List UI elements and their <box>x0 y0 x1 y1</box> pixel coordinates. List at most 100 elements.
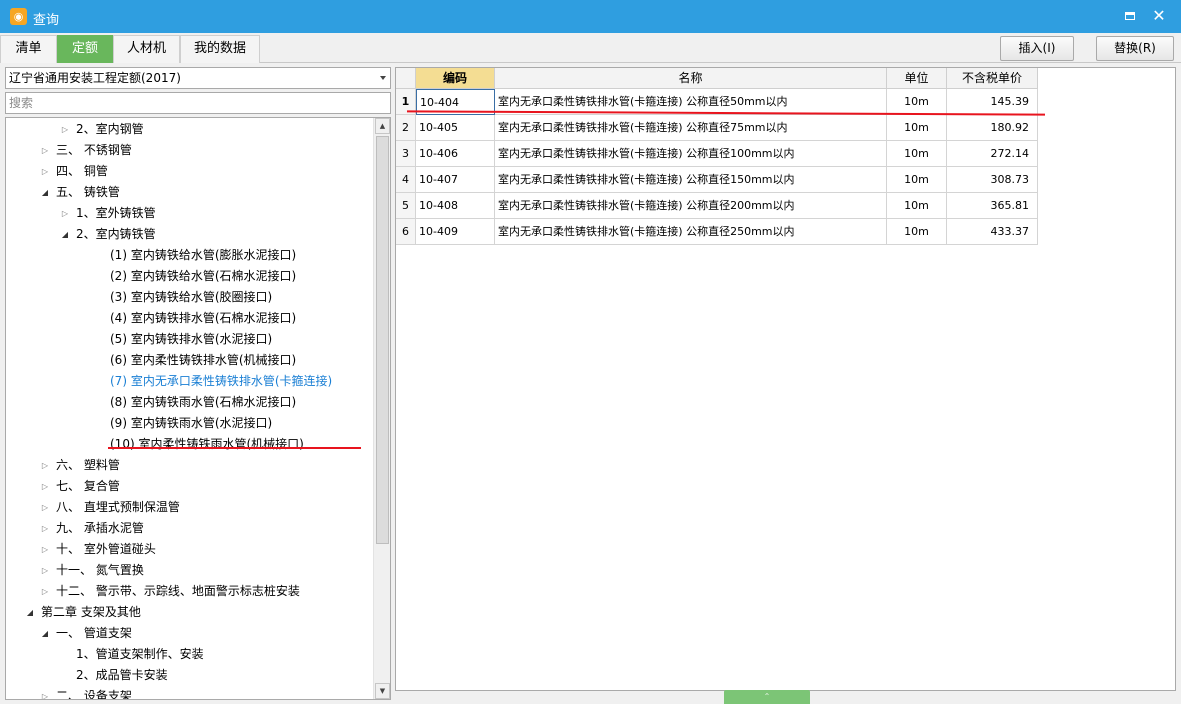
tree-item-label: 五、 铸铁管 <box>56 185 120 199</box>
tree-item[interactable]: ◢ 2、室内铸铁管 <box>60 224 156 245</box>
tree-item[interactable]: ▷ 四、 铜管 <box>40 161 108 182</box>
maximize-icon[interactable] <box>1120 6 1140 26</box>
collapsed-triangle-icon[interactable]: ▷ <box>60 119 70 140</box>
cell-price[interactable]: 180.92 <box>947 115 1038 141</box>
tree-item-label: (6) 室内柔性铸铁排水管(机械接口) <box>110 353 297 367</box>
scroll-up-icon[interactable]: ▲ <box>375 118 390 134</box>
column-header-name[interactable]: 名称 <box>495 68 887 89</box>
tree-item[interactable]: (6) 室内柔性铸铁排水管(机械接口) <box>110 350 296 371</box>
collapsed-triangle-icon[interactable]: ▷ <box>40 581 50 602</box>
collapsed-triangle-icon[interactable]: ▷ <box>40 539 50 560</box>
insert-button[interactable]: 插入(I) <box>1000 36 1074 61</box>
tree-item[interactable]: (10) 室内柔性铸铁雨水管(机械接口) <box>110 434 304 455</box>
tree-item[interactable]: ◢ 第二章 支架及其他 <box>25 602 141 623</box>
tree-item[interactable]: (1) 室内铸铁给水管(膨胀水泥接口) <box>110 245 296 266</box>
column-header-price[interactable]: 不含税单价 <box>947 68 1038 89</box>
tree-item[interactable]: (5) 室内铸铁排水管(水泥接口) <box>110 329 272 350</box>
cell-code[interactable]: 10-407 <box>416 167 495 193</box>
cell-unit[interactable]: 10m <box>887 193 947 219</box>
tree-item[interactable]: ▷ 八、 直埋式预制保温管 <box>40 497 180 518</box>
tree-item[interactable]: (7) 室内无承口柔性铸铁排水管(卡箍连接) <box>110 371 332 392</box>
tree-item[interactable]: (3) 室内铸铁给水管(胶圈接口) <box>110 287 272 308</box>
cell-name[interactable]: 室内无承口柔性铸铁排水管(卡箍连接) 公称直径250mm以内 <box>495 219 887 245</box>
tree-item[interactable]: ▷ 七、 复合管 <box>40 476 120 497</box>
tab-bill[interactable]: 清单 <box>0 35 57 63</box>
search-input[interactable] <box>5 92 391 114</box>
cell-unit[interactable]: 10m <box>887 141 947 167</box>
cell-code[interactable]: 10-408 <box>416 193 495 219</box>
app-icon: ◉ <box>10 8 27 25</box>
tree-item[interactable]: ▷ 十二、 警示带、示踪线、地面警示标志桩安装 <box>40 581 300 602</box>
tab-quota[interactable]: 定额 <box>57 35 113 63</box>
cell-unit[interactable]: 10m <box>887 167 947 193</box>
row-number[interactable]: 5 <box>396 193 416 219</box>
tree-item[interactable]: ▷ 十、 室外管道碰头 <box>40 539 156 560</box>
tree-item-label: 2、室内钢管 <box>76 122 144 136</box>
collapsed-triangle-icon[interactable]: ▷ <box>40 497 50 518</box>
tree-item[interactable]: ◢ 一、 管道支架 <box>40 623 132 644</box>
tab-labor-material-machine[interactable]: 人材机 <box>113 35 180 63</box>
cell-code[interactable]: 10-405 <box>416 115 495 141</box>
tree-item[interactable]: ▷ 三、 不锈钢管 <box>40 140 132 161</box>
left-pane: 辽宁省通用安装工程定额(2017) ▷ 2、室内钢管 ▷ 三、 不锈钢管 ▷ 四、 铜管 ◢… <box>0 63 394 704</box>
cell-unit[interactable]: 10m <box>887 89 947 115</box>
expanded-triangle-icon[interactable]: ◢ <box>25 602 35 623</box>
scroll-thumb[interactable] <box>376 136 389 544</box>
row-number[interactable]: 4 <box>396 167 416 193</box>
tree-item[interactable]: (4) 室内铸铁排水管(石棉水泥接口) <box>110 308 296 329</box>
tree-item[interactable]: (8) 室内铸铁雨水管(石棉水泥接口) <box>110 392 296 413</box>
collapsed-triangle-icon[interactable]: ▷ <box>40 161 50 182</box>
cell-name[interactable]: 室内无承口柔性铸铁排水管(卡箍连接) 公称直径200mm以内 <box>495 193 887 219</box>
cell-price[interactable]: 433.37 <box>947 219 1038 245</box>
tree-item[interactable]: ◢ 五、 铸铁管 <box>40 182 120 203</box>
cell-price[interactable]: 308.73 <box>947 167 1038 193</box>
cell-unit[interactable]: 10m <box>887 219 947 245</box>
chevron-down-icon[interactable] <box>380 76 386 80</box>
cell-name[interactable]: 室内无承口柔性铸铁排水管(卡箍连接) 公称直径100mm以内 <box>495 141 887 167</box>
collapsed-triangle-icon[interactable]: ▷ <box>40 518 50 539</box>
tree-item[interactable]: 1、管道支架制作、安装 <box>76 644 204 665</box>
expanded-triangle-icon[interactable]: ◢ <box>60 224 70 245</box>
tree-item[interactable]: ▷ 二、 设备支架 <box>40 686 132 699</box>
tree-item-label: 1、管道支架制作、安装 <box>76 647 204 661</box>
cell-name[interactable]: 室内无承口柔性铸铁排水管(卡箍连接) 公称直径150mm以内 <box>495 167 887 193</box>
tree-item[interactable]: ▷ 1、室外铸铁管 <box>60 203 156 224</box>
scroll-down-icon[interactable]: ▼ <box>375 683 390 699</box>
cell-price[interactable]: 145.39 <box>947 89 1038 115</box>
expanded-triangle-icon[interactable]: ◢ <box>40 623 50 644</box>
collapsed-triangle-icon[interactable]: ▷ <box>40 476 50 497</box>
tree-item[interactable]: ▷ 九、 承插水泥管 <box>40 518 144 539</box>
cell-code[interactable]: 10-409 <box>416 219 495 245</box>
quota-library-select[interactable]: 辽宁省通用安装工程定额(2017) <box>5 67 391 89</box>
collapsed-triangle-icon[interactable]: ▷ <box>40 560 50 581</box>
cell-name[interactable]: 室内无承口柔性铸铁排水管(卡箍连接) 公称直径75mm以内 <box>495 115 887 141</box>
collapsed-triangle-icon[interactable]: ▷ <box>40 455 50 476</box>
column-header-code[interactable]: 编码 <box>416 68 495 89</box>
replace-button[interactable]: 替换(R) <box>1096 36 1174 61</box>
cell-code[interactable]: 10-406 <box>416 141 495 167</box>
quota-library-value: 辽宁省通用安装工程定额(2017) <box>9 71 181 85</box>
collapsed-triangle-icon[interactable]: ▷ <box>60 203 70 224</box>
close-icon[interactable]: ✕ <box>1149 6 1169 26</box>
row-number[interactable]: 6 <box>396 219 416 245</box>
expanded-triangle-icon[interactable]: ◢ <box>40 182 50 203</box>
tree-item[interactable]: ▷ 十一、 氮气置换 <box>40 560 144 581</box>
tree-item[interactable]: 2、成品管卡安装 <box>76 665 168 686</box>
tree-item[interactable]: ▷ 2、室内钢管 <box>60 119 144 140</box>
cell-price[interactable]: 272.14 <box>947 141 1038 167</box>
collapsed-triangle-icon[interactable]: ▷ <box>40 140 50 161</box>
tab-my-data[interactable]: 我的数据 <box>180 35 260 63</box>
tree-scrollbar[interactable]: ▲ ▼ <box>373 118 390 699</box>
tree-item[interactable]: (9) 室内铸铁雨水管(水泥接口) <box>110 413 272 434</box>
column-header-unit[interactable]: 单位 <box>887 68 947 89</box>
collapsed-triangle-icon[interactable]: ▷ <box>40 686 50 699</box>
cell-price[interactable]: 365.81 <box>947 193 1038 219</box>
tree-item[interactable]: (2) 室内铸铁给水管(石棉水泥接口) <box>110 266 296 287</box>
row-number[interactable]: 3 <box>396 141 416 167</box>
tree-item-label: (4) 室内铸铁排水管(石棉水泥接口) <box>110 311 297 325</box>
tree-item[interactable]: ▷ 六、 塑料管 <box>40 455 120 476</box>
row-number[interactable]: 2 <box>396 115 416 141</box>
tree-item-label: (7) 室内无承口柔性铸铁排水管(卡箍连接) <box>110 374 333 388</box>
splitter-handle[interactable]: ⌃ <box>724 690 810 704</box>
cell-unit[interactable]: 10m <box>887 115 947 141</box>
